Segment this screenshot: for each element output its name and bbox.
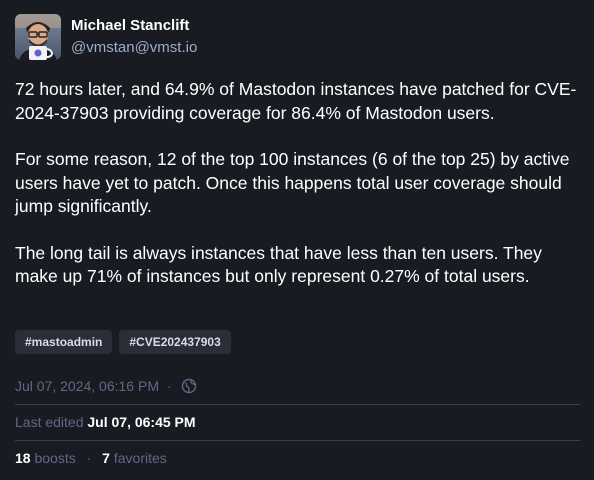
boosts-count: 18 <box>15 450 31 466</box>
edited-time: Jul 07, 06:45 PM <box>87 414 196 430</box>
favorites-link[interactable]: 7 favorites <box>102 450 167 466</box>
hashtag-bar: #mastoadmin #CVE202437903 <box>15 330 231 354</box>
favorites-count: 7 <box>102 450 110 466</box>
post-header: Michael Stanclift @vmstan@vmst.io <box>15 14 197 60</box>
boosts-label: boosts <box>34 450 76 466</box>
meta-separator: · <box>167 378 172 394</box>
post-paragraph: The long tail is always instances that h… <box>15 242 542 287</box>
post-paragraph: For some reason, 12 of the top 100 insta… <box>15 149 570 216</box>
post-meta: Jul 07, 2024, 06:16 PM · <box>15 378 197 394</box>
post-paragraph: 72 hours later, and 64.9% of Mastodon in… <box>15 79 577 123</box>
stats-separator: · <box>86 450 92 466</box>
edited-label: Last edited <box>15 414 84 430</box>
divider <box>15 440 580 441</box>
display-name[interactable]: Michael Stanclift <box>71 16 197 36</box>
post-stats: 18 boosts · 7 favorites <box>15 450 167 466</box>
hashtag-mastoadmin[interactable]: #mastoadmin <box>15 330 113 354</box>
post-content: 72 hours later, and 64.9% of Mastodon in… <box>15 78 585 312</box>
favorites-label: favorites <box>113 450 167 466</box>
status-detail: Michael Stanclift @vmstan@vmst.io 72 hou… <box>0 0 594 480</box>
globe-icon <box>181 378 197 394</box>
post-timestamp[interactable]: Jul 07, 2024, 06:16 PM <box>15 378 159 394</box>
author-names[interactable]: Michael Stanclift @vmstan@vmst.io <box>71 16 197 58</box>
edit-history[interactable]: Last edited Jul 07, 06:45 PM <box>15 414 196 430</box>
hashtag-cve202437903[interactable]: #CVE202437903 <box>119 330 231 354</box>
boosts-link[interactable]: 18 boosts <box>15 450 80 466</box>
account-handle[interactable]: @vmstan@vmst.io <box>71 38 197 58</box>
avatar[interactable] <box>15 14 61 60</box>
avatar-image <box>15 14 61 60</box>
divider <box>15 404 580 405</box>
